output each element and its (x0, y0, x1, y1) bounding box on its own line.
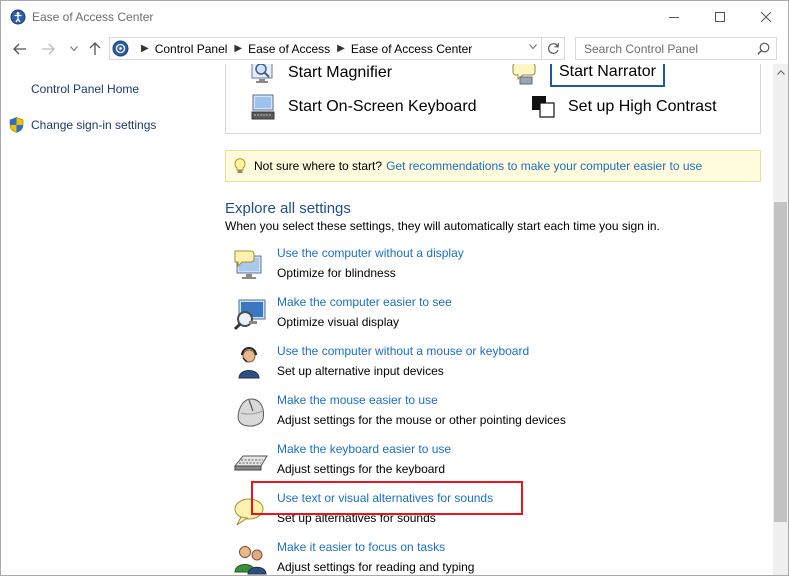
setting-item-focus-tasks: Make it easier to focus on tasks Adjust … (233, 540, 753, 575)
up-button[interactable] (86, 40, 104, 58)
start-narrator-button[interactable]: Start Narrator (512, 64, 665, 87)
maximize-button[interactable] (697, 1, 743, 32)
address-bar[interactable]: ▶ Control Panel ▶ Ease of Access ▶ Ease … (109, 37, 542, 60)
explore-all-settings-description: When you select these settings, they wil… (225, 219, 660, 233)
ease-of-access-window: Ease of Access Center ▶ Control Panel ▶ … (0, 0, 789, 576)
start-magnifier-label: Start Magnifier (288, 64, 393, 81)
search-icon[interactable] (757, 42, 770, 55)
breadcrumb-separator[interactable]: ▶ (234, 43, 242, 54)
recommendations-hint: Not sure where to start? Get recommendat… (225, 150, 761, 182)
setting-item-without-display: Use the computer without a display Optim… (233, 246, 753, 290)
minimize-button[interactable] (651, 1, 697, 32)
start-magnifier-button[interactable]: Start Magnifier (250, 64, 392, 87)
text-visual-alternatives-link[interactable]: Use text or visual alternatives for soun… (277, 491, 493, 505)
magnifier-icon (251, 64, 273, 83)
vertical-scrollbar[interactable] (773, 64, 788, 575)
navigation-bar: ▶ Control Panel ▶ Ease of Access ▶ Ease … (1, 34, 788, 64)
setting-item-keyboard-easier: Make the keyboard easier to use Adjust s… (233, 442, 753, 486)
scroll-up-button[interactable] (773, 64, 788, 80)
hint-text: Not sure where to start? (254, 159, 383, 173)
high-contrast-icon (532, 96, 555, 118)
person-headset-icon (238, 347, 260, 379)
set-up-high-contrast-button[interactable]: Set up High Contrast (530, 93, 717, 121)
make-keyboard-easier-description: Adjust settings for the keyboard (277, 462, 446, 476)
title-bar: Ease of Access Center (1, 1, 788, 33)
control-panel-home-link[interactable]: Control Panel Home (31, 82, 139, 96)
start-on-screen-keyboard-button[interactable]: Start On-Screen Keyboard (250, 93, 477, 121)
breadcrumb-separator[interactable]: ▶ (337, 43, 345, 54)
ease-of-access-app-icon (10, 9, 26, 25)
change-sign-in-settings-label: Change sign-in settings (31, 118, 157, 132)
search-input[interactable] (576, 38, 751, 59)
breadcrumb-ease-of-access[interactable]: Ease of Access (248, 42, 330, 56)
easier-to-focus-link[interactable]: Make it easier to focus on tasks (277, 540, 445, 554)
chevron-down-icon (70, 46, 78, 52)
make-mouse-easier-link[interactable]: Make the mouse easier to use (277, 393, 438, 407)
breadcrumb: ▶ Control Panel ▶ Ease of Access ▶ Ease … (134, 38, 472, 59)
setting-item-mouse-easier: Make the mouse easier to use Adjust sett… (233, 393, 753, 437)
back-arrow-icon (13, 43, 26, 55)
setting-item-without-mouse-keyboard: Use the computer without a mouse or keyb… (233, 344, 753, 388)
breadcrumb-separator[interactable]: ▶ (141, 43, 149, 54)
search-box[interactable] (575, 37, 777, 60)
maximize-icon (715, 11, 725, 22)
back-button[interactable] (11, 40, 29, 58)
set-up-high-contrast-label: Set up High Contrast (568, 98, 717, 115)
use-without-mouse-keyboard-link[interactable]: Use the computer without a mouse or keyb… (277, 344, 529, 358)
change-sign-in-settings-link[interactable]: Change sign-in settings (9, 117, 156, 133)
breadcrumb-control-panel[interactable]: Control Panel (155, 42, 228, 56)
mouse-icon (237, 398, 264, 427)
setting-item-easier-to-see: Make the computer easier to see Optimize… (233, 295, 753, 339)
start-on-screen-keyboard-label: Start On-Screen Keyboard (288, 98, 477, 115)
display-speech-icon (234, 250, 262, 279)
keyboard-icon (233, 455, 268, 471)
start-narrator-label: Start Narrator (550, 64, 665, 87)
breadcrumb-ease-of-access-center[interactable]: Ease of Access Center (351, 42, 472, 56)
forward-button[interactable] (39, 40, 57, 58)
use-without-display-description: Optimize for blindness (277, 266, 396, 280)
make-easier-to-see-link[interactable]: Make the computer easier to see (277, 295, 452, 309)
easier-to-focus-description: Adjust settings for reading and typing (277, 560, 475, 574)
address-dropdown-icon[interactable] (529, 44, 537, 50)
up-arrow-icon (89, 42, 101, 55)
uac-shield-icon (9, 117, 24, 133)
speech-bubble-icon (234, 498, 264, 526)
forward-arrow-icon (42, 43, 55, 55)
explore-all-settings-heading: Explore all settings (225, 200, 351, 217)
people-icon (234, 546, 267, 575)
close-button[interactable] (743, 1, 788, 32)
scrollbar-thumb[interactable] (774, 202, 787, 522)
use-without-mouse-keyboard-description: Set up alternative input devices (277, 364, 444, 378)
recent-locations-button[interactable] (65, 40, 83, 58)
setting-item-sound-alternatives: Use text or visual alternatives for soun… (233, 491, 753, 535)
chevron-up-icon (776, 69, 785, 75)
window-title: Ease of Access Center (32, 10, 154, 24)
use-without-display-link[interactable]: Use the computer without a display (277, 246, 464, 260)
magnify-monitor-icon (233, 299, 266, 331)
make-keyboard-easier-link[interactable]: Make the keyboard easier to use (277, 442, 451, 456)
main-content: Start Magnifier Start Narrator Start On-… (213, 64, 773, 575)
recommendations-link[interactable]: Get recommendations to make your compute… (386, 159, 702, 173)
left-navigation-pane: Control Panel Home Change sign-in settin… (1, 64, 213, 575)
on-screen-keyboard-icon (251, 94, 275, 120)
make-mouse-easier-description: Adjust settings for the mouse or other p… (277, 413, 566, 427)
narrator-icon (512, 64, 536, 85)
refresh-icon (547, 43, 559, 54)
text-visual-alternatives-description: Set up alternatives for sounds (277, 511, 436, 525)
minimize-icon (669, 16, 679, 18)
lightbulb-icon (234, 158, 246, 173)
quick-access-panel: Start Magnifier Start Narrator Start On-… (225, 64, 761, 134)
refresh-button[interactable] (542, 37, 565, 60)
make-easier-to-see-description: Optimize visual display (277, 315, 400, 329)
control-panel-icon (112, 40, 129, 57)
close-icon (761, 11, 771, 22)
